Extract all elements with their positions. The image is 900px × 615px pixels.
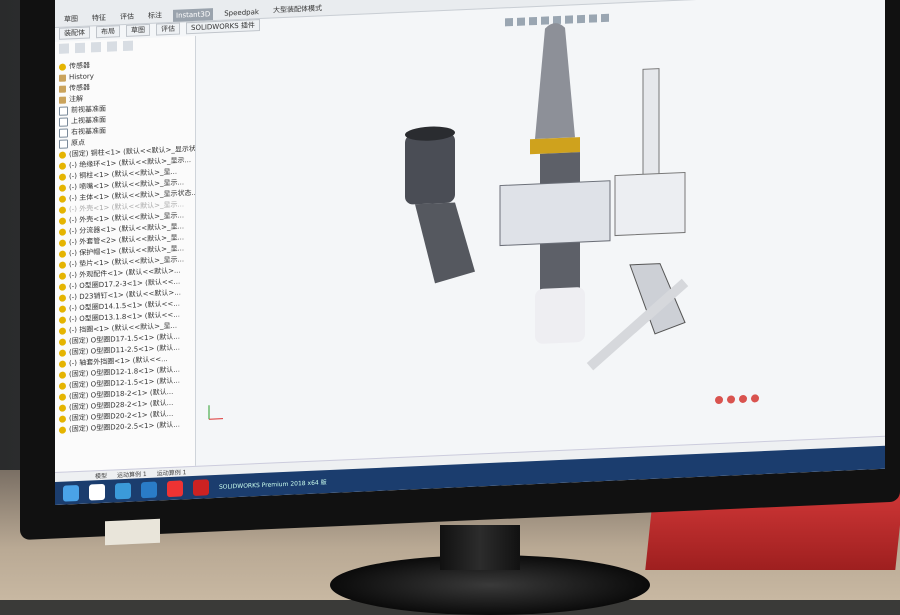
tree-label: 注解 [69, 94, 83, 104]
assembly-icon [59, 63, 66, 71]
ribbon-button[interactable]: 标注 [145, 8, 165, 23]
chrome-icon[interactable] [89, 483, 105, 501]
cad-model-viewport[interactable] [395, 11, 715, 395]
tray-icon[interactable] [739, 394, 747, 404]
tree-label: 传感器 [69, 83, 90, 93]
part-icon [59, 404, 66, 412]
ribbon-button[interactable]: 草图 [61, 12, 81, 27]
part-icon [59, 360, 66, 368]
system-tray [715, 389, 875, 410]
rack-housing [614, 171, 686, 237]
appearance-icon[interactable] [123, 40, 133, 52]
app-icon[interactable] [141, 481, 157, 498]
monitor-sticker [105, 518, 160, 546]
part-icon [59, 261, 66, 269]
torch-ring [530, 137, 580, 155]
part-icon [59, 239, 66, 247]
tree-label: 右视基准面 [71, 126, 106, 137]
tree-label: 原点 [71, 138, 85, 148]
part-icon [59, 294, 66, 302]
rack [642, 68, 660, 190]
part-icon [59, 415, 66, 423]
property-icon[interactable] [75, 42, 85, 54]
part-icon [59, 371, 66, 379]
part-icon [59, 305, 66, 313]
feature-manager-panel: 传感器 History 传感器 注解 前视基准面 上视基准面 右视基准面 原点 (固定) 铜柱<… [55, 35, 196, 472]
dim-icon [59, 206, 66, 214]
part-icon [59, 250, 66, 258]
folder-icon [59, 85, 66, 93]
command-tab[interactable]: 布局 [96, 25, 120, 39]
command-tab[interactable]: SOLIDWORKS 插件 [186, 19, 260, 35]
wps-icon[interactable] [167, 479, 183, 497]
folder-icon [59, 96, 66, 104]
part-icon [59, 228, 66, 236]
target-icon[interactable] [107, 41, 117, 52]
ribbon-button[interactable]: 大型装配体模式 [270, 1, 325, 17]
tray-icon[interactable] [715, 395, 723, 405]
command-tab[interactable]: 草图 [126, 23, 150, 37]
part-icon [59, 151, 66, 159]
bracket [415, 202, 475, 284]
part-icon [59, 184, 66, 192]
plane-icon [59, 106, 68, 116]
browser-icon[interactable] [115, 482, 131, 499]
part-icon [59, 272, 66, 280]
command-tab[interactable]: 评估 [156, 22, 180, 36]
part-icon [59, 316, 66, 324]
part-icon [59, 162, 66, 170]
config-icon[interactable] [91, 41, 101, 53]
tray-icon[interactable] [727, 395, 735, 404]
solidworks-icon[interactable] [193, 478, 209, 496]
axis-triad-icon [208, 405, 223, 420]
torch-handle [535, 23, 575, 140]
torch-nozzle [535, 287, 585, 344]
ribbon-button[interactable]: 评估 [117, 9, 137, 24]
command-tab[interactable]: 装配体 [59, 26, 90, 40]
part-icon [59, 338, 66, 346]
part-icon [59, 327, 66, 335]
tray-icon[interactable] [751, 394, 759, 403]
plane-icon [59, 139, 68, 149]
screen: 草图 特征 评估 标注 Instant3D Speedpak 大型装配体模式 装配体 布局 草图… [55, 0, 885, 506]
ribbon-button[interactable]: Speedpak [221, 6, 262, 20]
clamp-block [499, 180, 611, 247]
motor-cylinder [405, 132, 455, 205]
part-icon [59, 393, 66, 401]
plane-icon [59, 128, 68, 138]
part-icon [59, 173, 66, 181]
part-icon [59, 195, 66, 203]
part-icon [59, 349, 66, 357]
part-icon [59, 382, 66, 390]
taskbar-caption: SOLIDWORKS Premium 2018 x64 版 [219, 479, 327, 491]
monitor-stand-neck [440, 525, 520, 570]
feature-tree-icon[interactable] [59, 43, 69, 54]
plane-icon [59, 117, 68, 127]
feature-tree: 传感器 History 传感器 注解 前视基准面 上视基准面 右视基准面 原点 (固定) 铜柱<… [55, 54, 195, 436]
windows-start-icon[interactable] [63, 484, 79, 502]
part-icon [59, 217, 66, 225]
tree-label: History [69, 72, 94, 82]
ribbon-button[interactable]: Instant3D [173, 8, 214, 22]
ribbon-button[interactable]: 特征 [89, 11, 109, 26]
part-icon [59, 426, 66, 434]
folder-icon [59, 74, 66, 82]
part-icon [59, 283, 66, 291]
